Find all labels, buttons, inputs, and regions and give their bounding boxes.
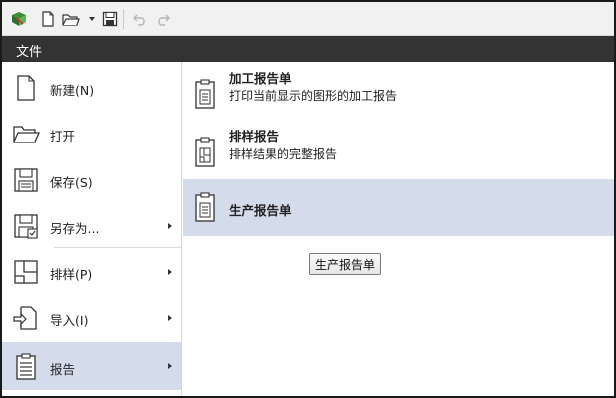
file-menu-bar: 文件 — [2, 36, 614, 62]
menu-item-open[interactable]: 打开 — [2, 112, 181, 156]
menu-item-new-label: 新建(N) — [50, 83, 95, 98]
menu-item-layout[interactable]: 排样(P) — [2, 250, 181, 294]
menu-item-report-label: 报告 — [50, 362, 76, 377]
save-icon[interactable] — [101, 10, 119, 28]
submenu-item-description: 打印当前显示的图形的加工报告 — [229, 89, 398, 103]
undo-icon[interactable] — [131, 10, 149, 28]
toolbar-separator — [123, 9, 124, 29]
layout-icon — [12, 258, 40, 286]
application-window: 文件 新建(N) 打开 保存(S) 另存为... 排样(P) 导入(I) 报告 … — [0, 0, 616, 398]
menu-item-import-label: 导入(I) — [50, 313, 89, 328]
report-icon — [12, 352, 40, 380]
open-folder-icon[interactable] — [62, 10, 80, 28]
submenu-item-description: 排样结果的完整报告 — [229, 147, 338, 161]
menu-item-import[interactable]: 导入(I) — [2, 296, 181, 340]
quick-access-toolbar — [2, 2, 614, 36]
save-icon — [12, 166, 40, 194]
menu-item-save[interactable]: 保存(S) — [2, 158, 181, 202]
menu-item-save-label: 保存(S) — [50, 175, 93, 190]
submenu-arrow-icon — [168, 315, 172, 321]
new-document-icon[interactable] — [39, 10, 57, 28]
submenu-item-title: 生产报告单 — [229, 203, 292, 218]
menu-item-report[interactable]: 报告 — [2, 342, 181, 390]
submenu-item-title: 加工报告单 — [229, 71, 292, 86]
file-menu-title[interactable]: 文件 — [16, 41, 42, 60]
submenu-arrow-icon — [168, 269, 172, 275]
clipboard-layout-icon — [193, 136, 217, 168]
menu-item-save-as-label: 另存为... — [50, 221, 100, 236]
clipboard-report-icon — [193, 191, 217, 223]
menu-item-save-as[interactable]: 另存为... — [2, 204, 181, 248]
production-report-tooltip-button[interactable]: 生产报告单 — [309, 253, 381, 275]
clipboard-report-icon — [193, 78, 217, 110]
open-folder-icon — [12, 120, 41, 148]
menu-item-open-label: 打开 — [50, 129, 76, 144]
submenu-item-production-report[interactable]: 生产报告单 — [183, 179, 614, 236]
report-submenu-panel: 加工报告单 打印当前显示的图形的加工报告 排样报告 排样结果的完整报告 生产报告… — [183, 62, 614, 396]
submenu-item-layout-report[interactable]: 排样报告 排样结果的完整报告 — [183, 122, 614, 178]
submenu-arrow-icon — [168, 363, 172, 369]
file-menu-left-panel: 新建(N) 打开 保存(S) 另存为... 排样(P) 导入(I) 报告 — [2, 62, 182, 396]
redo-icon[interactable] — [154, 10, 172, 28]
dropdown-caret-icon[interactable] — [89, 17, 95, 21]
save-as-icon — [12, 212, 40, 240]
menu-item-layout-label: 排样(P) — [50, 267, 93, 282]
app-logo-icon[interactable] — [10, 10, 28, 28]
menu-separator — [54, 247, 181, 248]
submenu-arrow-icon — [168, 223, 172, 229]
submenu-item-processing-report[interactable]: 加工报告单 打印当前显示的图形的加工报告 — [183, 66, 614, 118]
new-document-icon — [12, 74, 40, 102]
submenu-item-title: 排样报告 — [229, 129, 280, 144]
import-icon — [12, 304, 40, 332]
menu-item-new[interactable]: 新建(N) — [2, 66, 181, 110]
